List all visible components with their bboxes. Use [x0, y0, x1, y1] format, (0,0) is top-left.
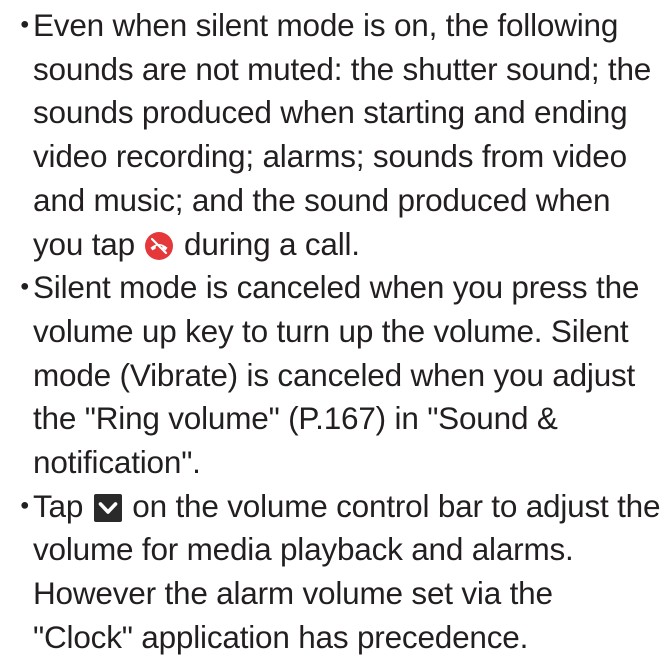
bullet: ・	[9, 487, 41, 524]
note-text-part-2: during a call.	[175, 225, 360, 262]
end-call-icon	[145, 228, 174, 260]
note-text-part-1: Even when silent mode is on, the followi…	[33, 7, 652, 262]
note-text-part-2: on the volume control bar to adjust the …	[33, 487, 661, 655]
note-silent-mode-sounds: ・ Even when silent mode is on, the follo…	[0, 4, 667, 266]
chevron-down-icon	[93, 490, 122, 522]
note-silent-mode-cancel: ・ Silent mode is canceled when you press…	[0, 266, 667, 485]
bullet: ・	[9, 7, 41, 43]
note-volume-control-bar: ・ Tap on the volume control bar to adjus…	[0, 485, 667, 660]
note-text: Silent mode is canceled when you press t…	[33, 269, 640, 481]
bullet: ・	[9, 269, 41, 306]
notes-list: ・ Even when silent mode is on, the follo…	[0, 4, 667, 660]
note-text-part-1: Tap	[33, 487, 92, 524]
